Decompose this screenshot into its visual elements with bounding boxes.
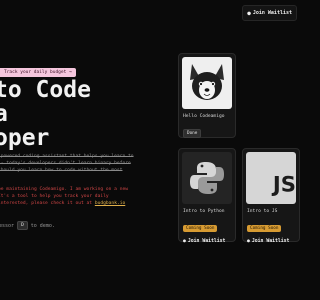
status-badge: Done bbox=[183, 129, 202, 138]
js-logo-text: JS bbox=[271, 171, 296, 196]
status-badge: Coming Soon bbox=[183, 225, 218, 232]
maintenance-notice: be maintaining Codeamigo. I am working o… bbox=[0, 186, 138, 207]
bell-icon: ● bbox=[247, 9, 251, 17]
hint-suffix: to demo. bbox=[30, 222, 55, 229]
bell-icon: ● bbox=[183, 239, 186, 244]
page: ● Join Waitlist Track your daily budget … bbox=[0, 0, 300, 300]
hero-line-1: to Code bbox=[0, 77, 91, 103]
join-waitlist-button[interactable]: ● Join Waitlist bbox=[183, 239, 232, 244]
promo-banner-text: Track your daily budget → bbox=[4, 70, 72, 75]
demo-key: D bbox=[17, 221, 28, 230]
course-card-js[interactable]: JS Intro to JS Coming Soon ● Join Waitli… bbox=[242, 148, 300, 244]
promo-banner[interactable]: Track your daily budget → bbox=[0, 68, 76, 77]
course-title: Intro to JS bbox=[247, 209, 278, 214]
join-waitlist-button[interactable]: ● Join Waitlist bbox=[242, 5, 297, 21]
bell-icon: ● bbox=[247, 239, 250, 244]
join-waitlist-button[interactable]: ● Join Waitlist bbox=[247, 239, 296, 244]
description-text: -powered coding assistant that helps you… bbox=[0, 154, 134, 173]
join-waitlist-label: Join Waitlist bbox=[251, 239, 290, 244]
js-logo-icon: JS bbox=[246, 152, 296, 204]
corgi-icon bbox=[182, 57, 232, 109]
course-card-python[interactable]: Intro to Python Coming Soon ● Join Waitl… bbox=[178, 148, 236, 244]
status-badge: Coming Soon bbox=[247, 225, 282, 232]
hint-prefix: ressor bbox=[0, 222, 15, 229]
join-waitlist-label: Join Waitlist bbox=[187, 239, 226, 244]
budgbank-link[interactable]: budgbank.io bbox=[95, 201, 125, 206]
join-waitlist-label: Join Waitlist bbox=[252, 10, 292, 16]
course-title: Hello Codeamigo bbox=[183, 114, 225, 119]
demo-hint: ressor D to demo. bbox=[0, 221, 55, 230]
course-card-codeamigo[interactable]: Hello Codeamigo Done bbox=[178, 53, 236, 138]
hero-heading: to Code a oper bbox=[0, 78, 91, 150]
course-title: Intro to Python bbox=[183, 209, 225, 214]
hero-line-3: oper bbox=[0, 125, 50, 151]
python-logo-icon bbox=[182, 152, 232, 204]
hero-line-2: a bbox=[0, 101, 8, 127]
